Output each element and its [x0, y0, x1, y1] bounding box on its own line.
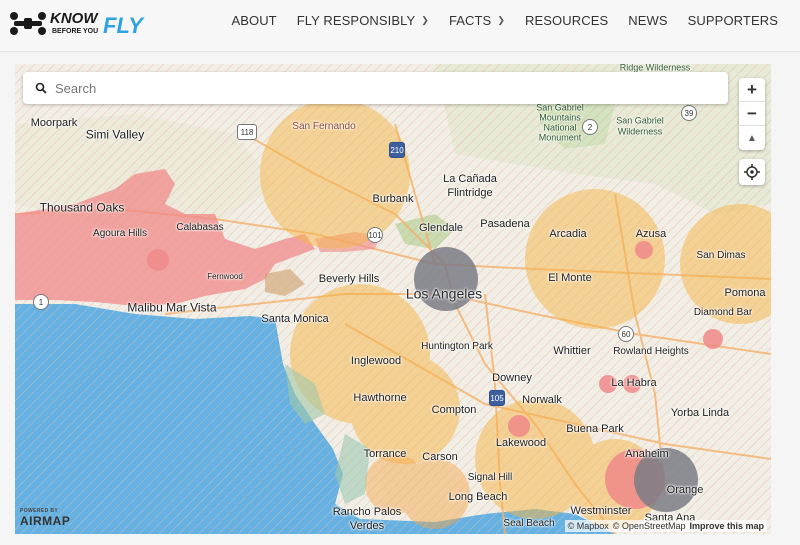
place-label: Moorpark — [30, 117, 78, 130]
nav-facts[interactable]: FACTS ❯ — [449, 13, 505, 28]
place-label-wilderness: San Gabriel — [616, 115, 664, 126]
nav-label: FLY RESPONSIBLY — [296, 12, 416, 28]
place-label: San Fernando — [292, 120, 356, 132]
route-shield: 60 — [618, 326, 634, 342]
nav-resources[interactable]: RESOURCES — [525, 13, 608, 28]
place-label: Pasadena — [480, 218, 530, 231]
nav-label: RESOURCES — [525, 12, 609, 28]
nav-supporters[interactable]: SUPPORTERS — [688, 13, 778, 28]
place-label: Inglewood — [350, 355, 402, 368]
place-label: Glendale — [418, 222, 464, 235]
place-label: Compton — [431, 404, 477, 417]
nav-about[interactable]: ABOUT — [231, 13, 276, 28]
place-label: Yorba Linda — [670, 407, 730, 420]
place-label: Hawthorne — [353, 392, 407, 405]
search-input[interactable] — [55, 80, 695, 96]
nav-label: NEWS — [628, 12, 668, 28]
nav-label: ABOUT — [231, 12, 277, 28]
place-label: Westminster — [570, 505, 632, 518]
search-icon — [27, 82, 55, 94]
place-label: Signal Hill — [467, 471, 513, 483]
place-label: La Cañada — [443, 173, 497, 186]
geolocate-button[interactable] — [739, 159, 765, 185]
airmap-logo: AIRMAP — [20, 514, 71, 528]
place-label: Santa Monica — [261, 313, 329, 326]
crosshair-icon — [744, 164, 760, 180]
route-shield: 118 — [237, 124, 257, 140]
place-label: Orange — [666, 484, 704, 497]
know-before-you-fly-logo[interactable]: KNOW BEFORE YOU FLY — [8, 6, 178, 42]
place-label: Long Beach — [448, 491, 508, 504]
route-shield: 2 — [582, 119, 598, 135]
place-label: Fernwood — [207, 271, 243, 281]
zoom-out-button[interactable]: − — [739, 102, 765, 126]
interstate-shield: 210 — [389, 142, 405, 158]
place-label: Buena Park — [566, 423, 624, 436]
place-label: Malibu Mar Vista — [127, 300, 217, 315]
place-label: Diamond Bar — [693, 306, 753, 318]
main-nav: ABOUT FLY RESPONSIBLY ❯ FACTS ❯ RESOURCES … — [211, 0, 778, 40]
place-label: San Dimas — [696, 249, 746, 261]
osm-attribution-link[interactable]: © OpenStreetMap — [613, 521, 686, 531]
svg-text:FLY: FLY — [103, 13, 145, 38]
chevron-down-icon: ❯ — [497, 14, 505, 25]
nav-fly-responsibly[interactable]: FLY RESPONSIBLY ❯ — [297, 13, 429, 28]
place-label: Downey — [492, 372, 532, 385]
place-label: La Habra — [611, 377, 657, 390]
place-label: Calabasas — [176, 221, 224, 233]
place-label: Pomona — [724, 287, 766, 300]
powered-by-airmap[interactable]: POWERED BY AIRMAP — [20, 508, 70, 528]
place-label: Anaheim — [625, 448, 669, 461]
nav-label: FACTS — [448, 12, 492, 28]
map-attribution: © Mapbox © OpenStreetMap Improve this ma… — [564, 520, 767, 532]
place-label: Rowland Heights — [613, 345, 689, 357]
place-label: Carson — [422, 451, 458, 464]
place-label: Simi Valley — [85, 127, 145, 142]
compass-button[interactable]: ▲ — [739, 126, 765, 150]
place-label: Verdes — [349, 520, 385, 533]
nav-news[interactable]: NEWS — [628, 13, 667, 28]
place-label-wilderness: Wilderness — [617, 126, 663, 137]
route-shield: 101 — [367, 227, 383, 243]
mapbox-attribution-link[interactable]: © Mapbox — [568, 521, 609, 531]
svg-text:KNOW: KNOW — [50, 10, 99, 27]
improve-map-link[interactable]: Improve this map — [689, 521, 764, 531]
chevron-down-icon: ❯ — [421, 14, 429, 25]
place-label: Agoura Hills — [93, 227, 147, 239]
map-search — [23, 72, 728, 104]
place-label: El Monte — [548, 272, 592, 285]
place-label-major: Los Angeles — [405, 285, 483, 302]
zoom-in-button[interactable]: + — [739, 78, 765, 102]
place-label: Whittier — [553, 345, 591, 358]
zoom-controls: + − ▲ — [739, 78, 765, 150]
interstate-shield: 105 — [489, 390, 505, 406]
place-label: Arcadia — [549, 228, 587, 241]
place-label: Seal Beach — [503, 517, 555, 529]
nav-label: SUPPORTERS — [687, 12, 778, 28]
place-label-wilderness: Monument — [538, 132, 582, 143]
site-header: KNOW BEFORE YOU FLY ABOUT FLY RESPONSIBL… — [0, 0, 800, 52]
place-label: Thousand Oaks — [39, 200, 125, 215]
place-label: Torrance — [363, 448, 407, 461]
place-label: Norwalk — [522, 394, 562, 407]
svg-text:BEFORE YOU: BEFORE YOU — [52, 28, 98, 35]
drone-icon — [10, 12, 46, 35]
airspace-map[interactable]: Moorpark Simi Valley San Fernando Thousa… — [15, 64, 771, 534]
place-label: Flintridge — [447, 187, 493, 200]
place-label: Huntington Park — [421, 340, 493, 352]
place-label: Burbank — [372, 193, 414, 206]
place-label: Azusa — [635, 228, 667, 241]
place-label: Beverly Hills — [318, 273, 380, 286]
route-shield: 39 — [681, 105, 697, 121]
route-shield: 1 — [33, 294, 49, 310]
place-label: Lakewood — [495, 437, 547, 450]
place-label: Rancho Palos — [332, 506, 402, 519]
